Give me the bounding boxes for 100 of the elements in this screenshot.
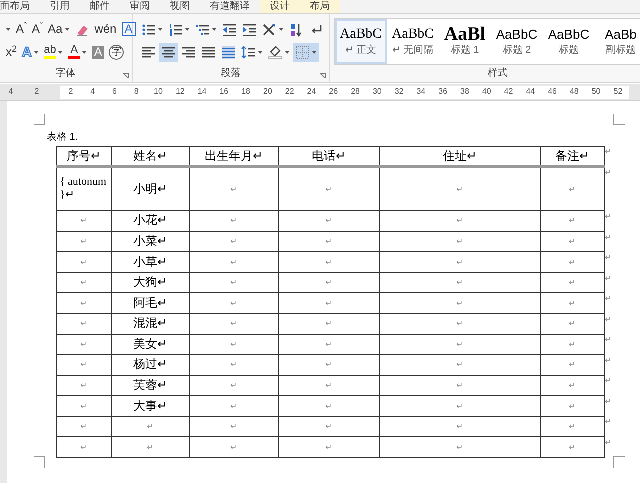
ribbon-tab[interactable]: 面布局 (0, 0, 40, 13)
ruler-number: 30 (372, 86, 383, 98)
ruler-number: 2 (34, 86, 40, 98)
distributed-align-icon (221, 44, 236, 60)
table-cell: ↵ (190, 210, 278, 232)
ruler-number: 10 (153, 86, 164, 98)
ruler-number: 38 (460, 86, 470, 98)
table-cell: ↵ (190, 375, 278, 396)
justify-icon (201, 44, 216, 60)
toolbar-button[interactable] (159, 42, 178, 62)
row-end-mark: ↵ (605, 417, 612, 428)
group-label: 样式 (487, 68, 509, 80)
dialog-launcher-icon[interactable] (320, 73, 326, 79)
table-cell: ↵ (380, 396, 540, 416)
ribbon-tab[interactable]: 设计 (260, 0, 300, 13)
toolbar-button[interactable]: 字 (107, 42, 126, 62)
table-cell: ↵ (278, 416, 380, 437)
ruler-number: 18 (240, 86, 252, 98)
bulleted-list-icon (141, 22, 156, 36)
table-cell: ↵ (190, 292, 278, 314)
ribbon-tab[interactable]: 视图 (160, 0, 200, 13)
table-cell: ↵ (190, 416, 278, 437)
row-end-mark: ↵ (605, 376, 612, 387)
ruler-number: 26 (328, 86, 340, 98)
table-cell: ↵ (56, 436, 112, 458)
toolbar-button[interactable]: A$^{ˇ}$ (30, 20, 46, 38)
crossed-arrows-icon (262, 22, 277, 36)
style-preset[interactable]: AaBb 副标题 (595, 19, 640, 64)
table-cell: ↵ (56, 396, 112, 416)
row-end-mark: ↵ (605, 168, 612, 179)
table-cell: ↵ (540, 252, 604, 272)
table-cell: ↵ (540, 436, 604, 458)
toolbar-button[interactable]: A (120, 20, 138, 38)
ribbon-tab[interactable]: 有道翻译 (200, 0, 260, 13)
table-cell: 混混↵ (112, 314, 190, 334)
table-cell: ↵ (540, 272, 604, 293)
table-cell: ↵ (56, 231, 112, 252)
table-cell: ↵ (540, 396, 604, 416)
row-end-mark: ↵ (605, 438, 612, 448)
ruler-number: 24 (306, 86, 318, 98)
style-preset[interactable]: AaBbC ↵ 正文 (335, 19, 387, 64)
group-label: 字体 (55, 68, 77, 80)
corner-mark (34, 114, 46, 126)
ruler-number: 52 (612, 86, 624, 98)
table-caption: 表格 1. (47, 132, 78, 144)
column-header: 出生年月↵ (190, 146, 278, 167)
paint-bucket-icon (268, 44, 283, 60)
table-cell: ↵ (56, 334, 112, 355)
sort-icon (289, 22, 304, 36)
style-preset[interactable]: AaBl 标题 1 (439, 19, 491, 64)
ruler-number: 32 (394, 86, 405, 98)
dialog-launcher-icon[interactable] (123, 73, 129, 79)
column-header: 住址↵ (380, 146, 540, 167)
table-cell: ↵ (278, 314, 380, 334)
align-left-icon (141, 44, 156, 60)
toolbar-button[interactable]: Aa (46, 20, 72, 38)
ruler-number: 46 (547, 86, 558, 98)
ribbon-tab[interactable]: 引用 (40, 0, 80, 13)
style-preset[interactable]: AaBbC 标题 (543, 19, 595, 64)
toolbar-button[interactable]: A$^{ˆ}$ (14, 20, 30, 38)
numbered-list-icon (168, 22, 183, 36)
line-spacing-icon (241, 44, 256, 60)
ribbon-tab[interactable]: 审阅 (120, 0, 160, 13)
row-end-mark: ↵ (605, 335, 612, 346)
ruler-number: 48 (568, 86, 580, 98)
ribbon-tab[interactable]: 邮件 (80, 0, 120, 13)
toolbar-button[interactable]: x$^{2}$ (4, 42, 20, 62)
ruler-number: 8 (133, 86, 140, 98)
row-end-mark: ↵ (605, 232, 612, 244)
toolbar-button[interactable]: ab (42, 42, 66, 62)
table-cell: ↵ (278, 166, 380, 211)
table-cell: ↵ (278, 272, 380, 293)
column-header: 序号↵ (56, 146, 112, 167)
table-cell: ↵ (540, 292, 604, 314)
table-cell: ↵ (380, 334, 540, 355)
table-cell: ↵ (56, 210, 112, 232)
table-cell: ↵ (56, 272, 112, 293)
table-cell: 杨过↵ (112, 354, 190, 376)
group-label: 段落 (220, 68, 242, 80)
table-cell: ↵ (380, 436, 540, 458)
table-cell: ↵ (56, 354, 112, 376)
ruler-number: 4 (90, 86, 96, 98)
row-end-mark: ↵ (605, 396, 612, 408)
style-preset[interactable]: AaBbC ↵ 无间隔 (387, 19, 439, 64)
style-preset[interactable]: AaBbC 标题 2 (491, 19, 543, 64)
table-cell: ↵ (380, 272, 540, 293)
table-cell: ↵ (278, 252, 380, 272)
table-cell: ↵ (540, 231, 604, 252)
ribbon-tab[interactable]: 布局 (300, 0, 340, 13)
align-right-icon (181, 44, 196, 60)
table-cell: ↵ (278, 375, 380, 396)
ruler-number: 22 (284, 86, 296, 98)
ruler-number: 16 (218, 86, 230, 98)
toolbar-button[interactable]: wén (92, 20, 119, 38)
ruler-number: 14 (196, 86, 208, 98)
ruler-number: 36 (438, 86, 449, 98)
table-cell: ↵ (278, 231, 380, 252)
ruler-number: 6 (112, 86, 118, 98)
row-end-mark: ↵ (605, 147, 612, 158)
toolbar-button[interactable]: A (66, 42, 90, 62)
